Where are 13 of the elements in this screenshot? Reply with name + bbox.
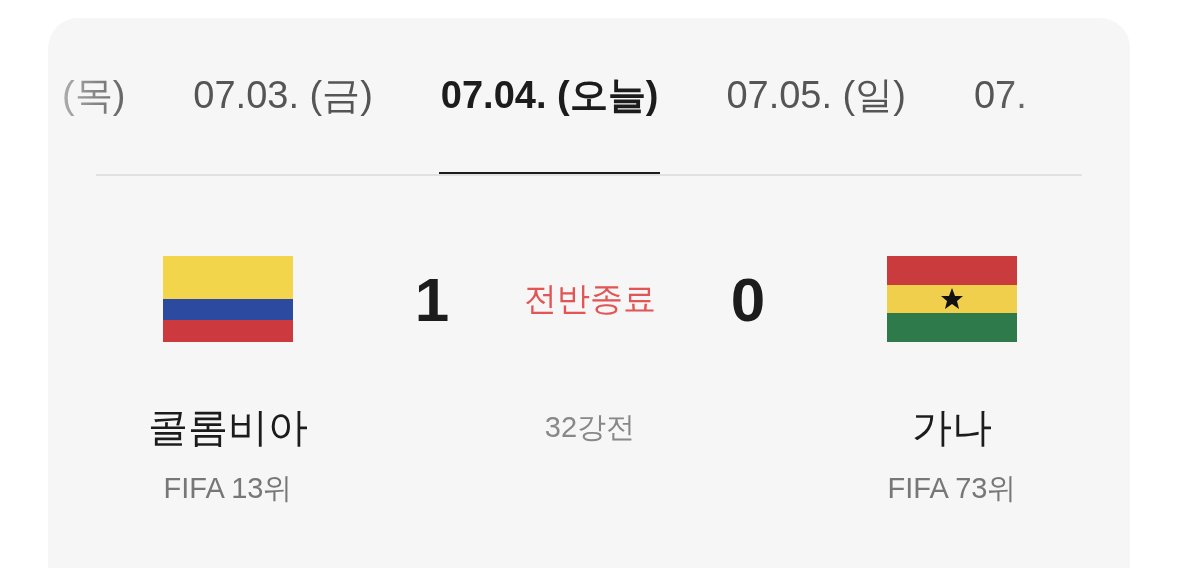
home-score: 1	[414, 263, 450, 335]
fifa-rank: FIFA 73위	[887, 471, 1017, 506]
flag-icon	[163, 256, 293, 342]
round-label: 32강전	[544, 409, 636, 445]
flag-icon	[887, 256, 1017, 342]
fifa-rank: FIFA 13위	[163, 471, 293, 506]
away-score: 0	[730, 263, 766, 335]
team-name: 가나	[912, 404, 992, 451]
match-status: 전반종료	[524, 278, 656, 319]
team-name: 콜롬비아	[148, 404, 308, 451]
date-tab[interactable]: 07.	[971, 18, 1029, 174]
date-tab[interactable]: 07.05. (일)	[724, 18, 908, 174]
date-tab[interactable]: 07.03. (금)	[191, 18, 375, 174]
